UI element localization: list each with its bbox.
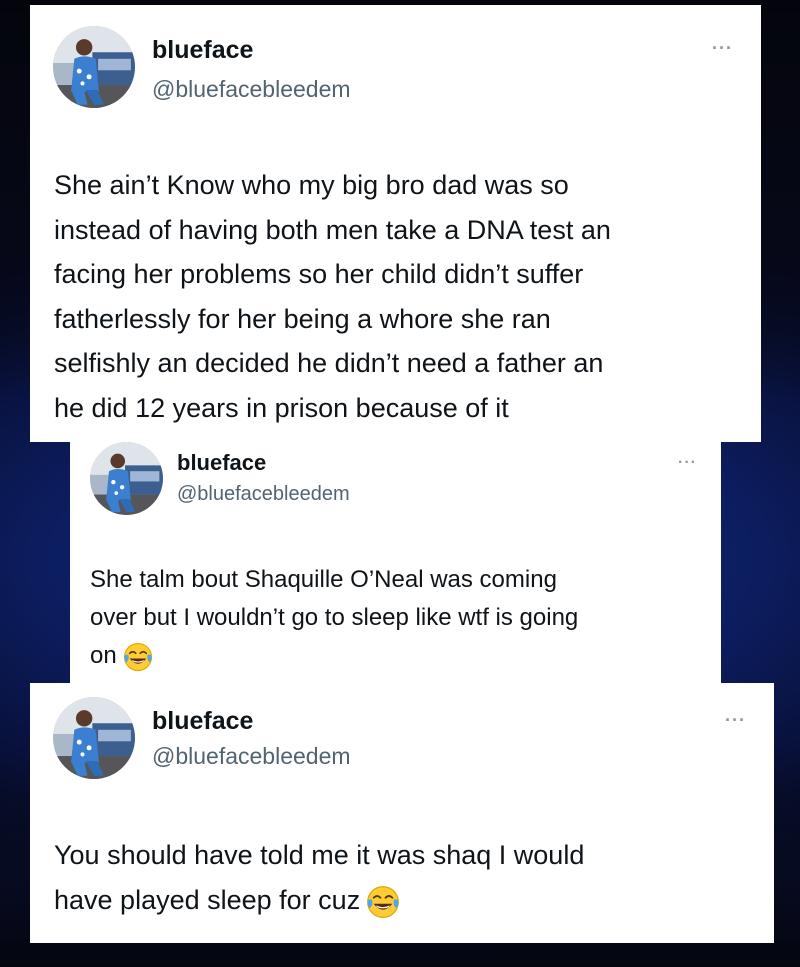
avatar-image xyxy=(53,26,135,108)
profile-photo-avatar[interactable] xyxy=(53,697,135,779)
user-handle[interactable]: @bluefacebleedem xyxy=(177,483,350,506)
tears-of-joy-emoji-icon xyxy=(123,642,153,672)
profile-photo-avatar[interactable] xyxy=(53,26,135,108)
tweet-text-line: fatherlessly for her being a whore she r… xyxy=(54,303,551,334)
tweet-text: She ain’t Know who my big bro dad was so… xyxy=(54,163,611,430)
display-name[interactable]: blueface xyxy=(152,36,253,65)
tweet-text-line: You should have told me it was shaq I wo… xyxy=(54,840,585,870)
tweet-text-line: She ain’t Know who my big bro dad was so xyxy=(54,170,569,200)
tweet-text-line: She talm bout Shaquille O’Neal was comin… xyxy=(90,566,557,593)
tweet-text-line: over but I wouldn’t go to sleep like wtf… xyxy=(90,604,579,631)
profile-photo-avatar[interactable] xyxy=(90,442,163,515)
tweet-text: You should have told me it was shaq I wo… xyxy=(54,833,584,923)
avatar-image xyxy=(53,697,135,779)
user-handle[interactable]: @bluefacebleedem xyxy=(152,76,351,103)
display-name[interactable]: blueface xyxy=(152,707,253,736)
tweet-card[interactable]: blueface @bluefacebleedem ··· She ain’t … xyxy=(30,5,761,442)
more-options-icon[interactable]: ··· xyxy=(678,455,697,471)
tweet-text-segment: have played sleep for cuz xyxy=(54,885,361,915)
tweet-card[interactable]: blueface @bluefacebleedem ··· She talm b… xyxy=(70,433,721,686)
tweet-text: She talm bout Shaquille O’Neal was comin… xyxy=(90,561,578,675)
display-name[interactable]: blueface xyxy=(177,450,266,476)
avatar-image xyxy=(90,442,163,515)
tweet-text-line-with-emoji: have played sleep for cuz xyxy=(54,878,584,923)
tweet-text-line: selfishly an decided he didn’t need a fa… xyxy=(54,348,604,378)
tears-of-joy-emoji-icon xyxy=(366,885,400,919)
more-options-icon[interactable]: ··· xyxy=(725,711,746,729)
user-handle[interactable]: @bluefacebleedem xyxy=(152,743,351,770)
more-options-icon[interactable]: ··· xyxy=(712,39,733,57)
tweet-text-line: he did 12 years in prison because of it xyxy=(54,392,509,423)
tweet-text-line-with-emoji: on xyxy=(90,637,578,675)
tweet-text-segment: on xyxy=(90,642,117,669)
tweet-text-line: instead of having both men take a DNA te… xyxy=(54,214,611,245)
tweet-card[interactable]: blueface @bluefacebleedem ··· You should… xyxy=(30,683,774,943)
tweet-text-line: facing her problems so her child didn’t … xyxy=(54,259,584,289)
